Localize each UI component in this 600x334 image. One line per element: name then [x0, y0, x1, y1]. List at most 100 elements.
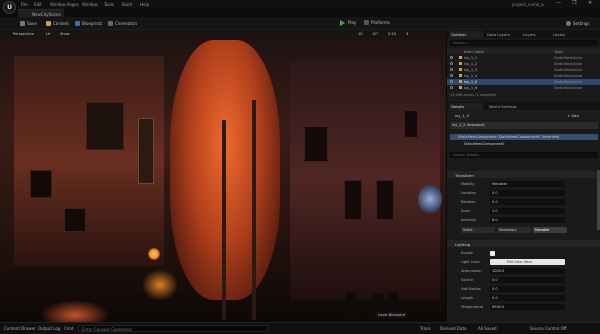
prop-value[interactable]: 0.0 [490, 190, 565, 196]
add-component-button[interactable]: + Add [567, 113, 579, 118]
outliner-row[interactable]: ivy_1_1 StaticMeshActor [447, 55, 600, 61]
outliner-row[interactable]: ivy_1_6 StaticMeshActor [447, 85, 600, 91]
output-log-button[interactable]: Output Log [38, 326, 60, 331]
component-row[interactable]: StaticMeshComponent (StaticMeshComponent… [450, 134, 598, 140]
tab-details[interactable]: Details [449, 103, 483, 110]
prop-value[interactable]: 0.0 [490, 286, 565, 292]
outliner-row[interactable]: ivy_1_4 StaticMeshActor [447, 73, 600, 79]
column-item-label[interactable]: Item Label [464, 49, 484, 54]
outliner-tabs: Outliner Data Layers Layers Levels [447, 30, 600, 38]
actor-icon [459, 86, 462, 89]
mobility-stationary[interactable]: Stationary [497, 227, 531, 233]
prop-row: Location 0.0 [447, 189, 600, 197]
outliner-row[interactable]: ivy_1_2 StaticMeshActor [447, 61, 600, 67]
settings-button[interactable]: Settings [566, 20, 589, 27]
column-type[interactable]: Type [554, 49, 563, 54]
play-icon[interactable] [340, 20, 345, 26]
visibility-icon[interactable] [450, 68, 453, 71]
prop-value[interactable]: 1.0 [490, 208, 565, 214]
source-control-button[interactable]: Source Control Off [530, 326, 567, 331]
prop-row: Soft Radius 0.0 [447, 285, 600, 293]
play-button[interactable]: Play [348, 19, 356, 26]
hamburger-icon[interactable] [3, 31, 9, 37]
mobility-movable[interactable]: Movable [533, 227, 567, 233]
prop-value[interactable]: 8.0 [490, 217, 565, 223]
outliner-search-input[interactable]: Search... [450, 40, 598, 46]
prop-value[interactable]: 0.0 [490, 199, 565, 205]
derived-data-button[interactable]: Derived Data [440, 326, 467, 331]
tab-layers[interactable]: Layers [521, 31, 545, 38]
project-name: project_name_a [512, 2, 544, 7]
details-search-input[interactable]: Search Details [450, 152, 598, 158]
level-tab[interactable]: NewCityScene [18, 9, 64, 17]
root-component-row[interactable]: ivy_1_5 (Instance) [450, 122, 598, 129]
level-viewport[interactable]: Perspective Lit Show 10 10° 0.25 4 Level… [0, 30, 446, 322]
rotate-icon[interactable] [336, 31, 342, 37]
hanging-sign [138, 118, 154, 184]
building-window [404, 110, 418, 138]
grid-snap-value[interactable]: 10 [356, 31, 365, 37]
show-flags-menu[interactable]: Show [58, 31, 72, 37]
mobility-row: Static Stationary Movable [447, 226, 600, 234]
mobility-static[interactable]: Static [461, 227, 495, 233]
section-transform[interactable]: Transform [447, 171, 600, 178]
scale-icon[interactable] [344, 31, 350, 37]
maximize-icon[interactable]: ❐ [572, 0, 576, 6]
scaffold-pole [252, 100, 256, 320]
tab-data-layers[interactable]: Data Layers [485, 31, 517, 38]
visibility-icon[interactable] [450, 74, 453, 77]
select-mode-icon[interactable] [320, 31, 326, 37]
menu-file[interactable]: File [21, 2, 28, 7]
cinematics-button[interactable]: Cinematics [108, 20, 137, 27]
tab-world-settings[interactable]: World Settings [487, 103, 531, 110]
section-lighting[interactable]: Lighting [447, 240, 600, 247]
content-button[interactable]: Content [46, 20, 69, 27]
actor-name-field[interactable]: ivy_1_5 [455, 113, 469, 118]
platforms-button[interactable]: Platforms [364, 19, 390, 26]
visibility-icon[interactable] [450, 62, 453, 65]
prop-value[interactable]: 0.0 [490, 277, 565, 283]
camera-speed[interactable]: 4 [404, 31, 411, 37]
tab-outliner[interactable]: Outliner [449, 31, 483, 38]
close-icon[interactable]: ✕ [588, 0, 592, 6]
menu-window-pages[interactable]: Window Pages [50, 2, 79, 7]
visibility-icon[interactable] [450, 56, 453, 59]
menu-edit[interactable]: Edit [34, 2, 42, 7]
visibility-icon[interactable] [450, 80, 453, 83]
unreal-logo[interactable]: U [3, 1, 16, 14]
save-button[interactable]: Save [20, 20, 37, 27]
menu-build[interactable]: Build [122, 2, 132, 7]
visibility-icon[interactable] [450, 86, 453, 89]
content-drawer-button[interactable]: Content Drawer [4, 326, 36, 331]
prop-row: Temperature 6500.0 [447, 303, 600, 311]
menu-help[interactable]: Help [140, 2, 149, 7]
prop-value[interactable]: 1000.0 [490, 268, 565, 274]
scale-snap-value[interactable]: 0.25 [386, 31, 399, 37]
outliner-row[interactable]: ivy_1_3 StaticMeshActor [447, 67, 600, 73]
prop-row: Light Color Edit Color Value [447, 258, 600, 266]
prop-value[interactable]: 0.0 [490, 295, 565, 301]
maximize-viewport-icon[interactable] [430, 31, 436, 37]
console-input[interactable]: Enter Console Command [78, 325, 268, 332]
trace-button[interactable]: Trace [420, 326, 431, 331]
menu-window[interactable]: Window [82, 2, 98, 7]
translate-icon[interactable] [328, 31, 334, 37]
prop-value[interactable]: Movable [490, 181, 565, 187]
menu-tools[interactable]: Tools [104, 2, 114, 7]
ivy-foliage [40, 300, 110, 322]
outliner-row-selected[interactable]: ivy_1_5 StaticMeshActor [447, 79, 600, 85]
building-window [86, 102, 124, 150]
lit-mode-toggle[interactable]: Lit [44, 31, 53, 37]
prop-value[interactable]: 6500.0 [490, 304, 565, 310]
tab-levels[interactable]: Levels [551, 31, 575, 38]
cmd-selector[interactable]: Cmd [64, 326, 73, 331]
details-toolbar: ivy_1_5 + Add [447, 110, 600, 120]
rotation-snap-value[interactable]: 10° [370, 31, 381, 37]
enable-checkbox[interactable] [490, 250, 495, 256]
perspective-toggle[interactable]: Perspective [11, 31, 36, 37]
minimize-icon[interactable]: — [556, 0, 561, 6]
blueprints-button[interactable]: Blueprints [75, 20, 102, 27]
outliner-header: Item Label Type [447, 48, 600, 54]
component-row[interactable]: StaticMeshComponent0 [450, 141, 598, 147]
actor-icon [459, 62, 462, 65]
